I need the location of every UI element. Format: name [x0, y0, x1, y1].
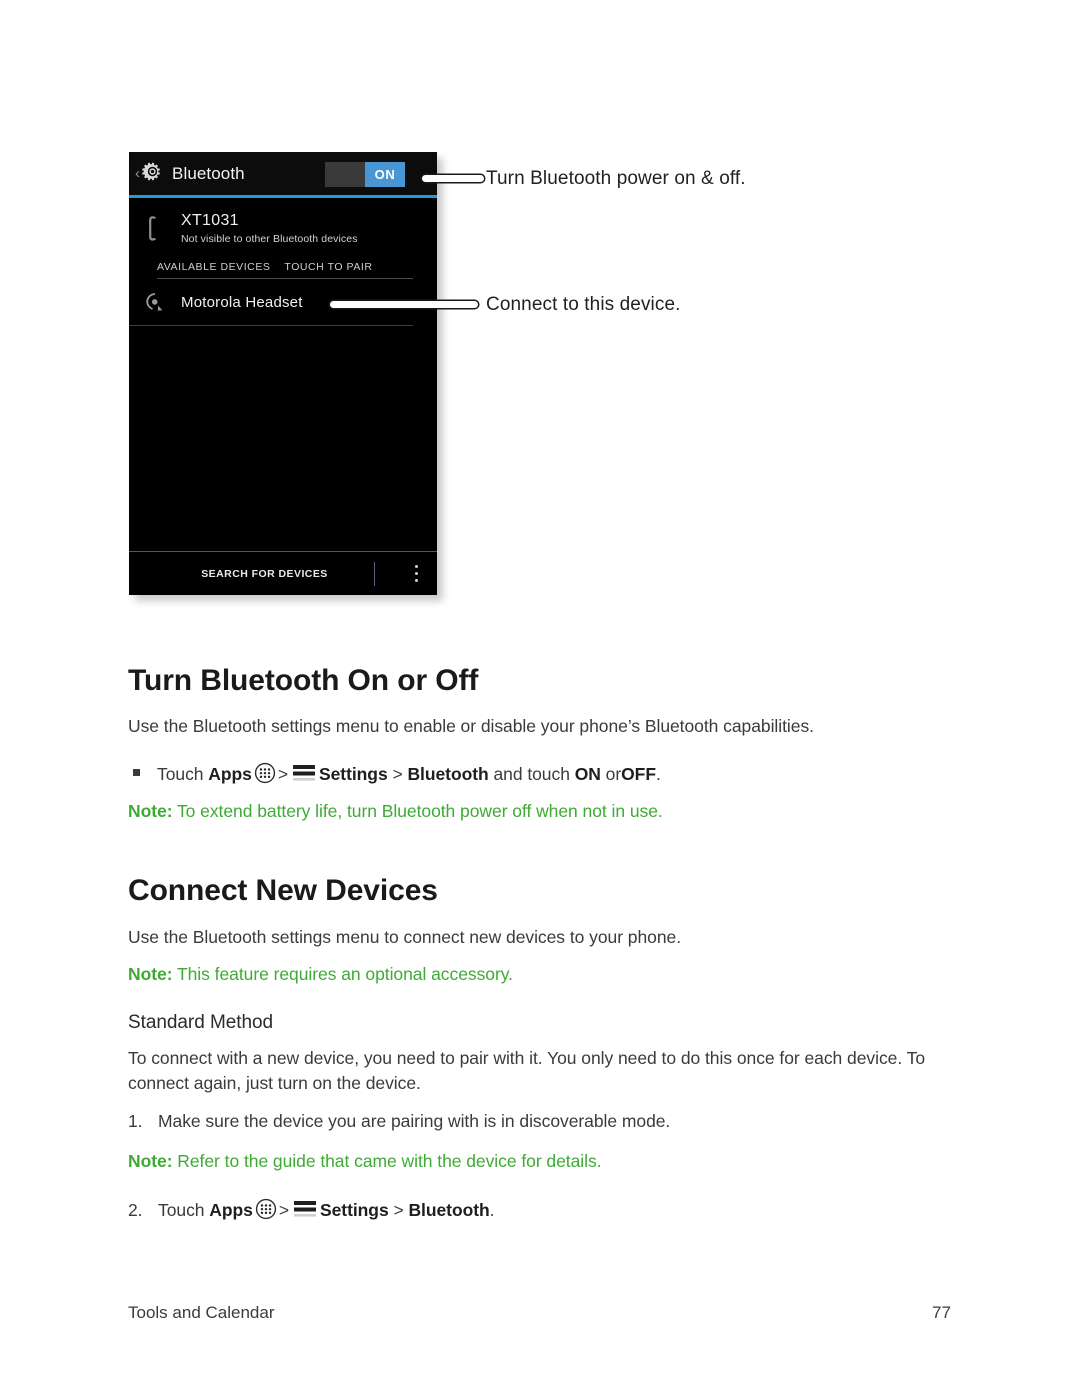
step-number: 1. [128, 1111, 143, 1131]
off-word: OFF [621, 764, 656, 784]
bluetooth-power-toggle[interactable]: ON [324, 161, 406, 188]
touch-word: Touch [158, 1200, 205, 1220]
note-label: Note: [128, 1151, 173, 1171]
step-number: 2. [128, 1200, 143, 1220]
note-text: Refer to the guide that came with the de… [177, 1151, 602, 1171]
settings-menu-icon [293, 1198, 317, 1225]
note-text: This feature requires an optional access… [176, 964, 513, 984]
toggle-track-off [325, 162, 365, 187]
separator-2: > [393, 1200, 404, 1220]
available-devices-header: AVAILABLE DEVICES TOUCH TO PAIR [157, 261, 413, 279]
or-word: or [605, 764, 622, 784]
overflow-menu-icon[interactable] [399, 565, 433, 582]
callout-leader-line-connect-device [330, 301, 478, 308]
apps-word: Apps [208, 764, 252, 784]
my-device-text: XT1031 Not visible to other Bluetooth de… [181, 211, 358, 245]
my-device-name: XT1031 [181, 212, 239, 229]
heading-connect-new-devices: Connect New Devices [128, 874, 438, 907]
bluetooth-headset-icon [129, 291, 181, 314]
pairing-line-1: To connect with a new device, you need t… [128, 1048, 903, 1068]
note-refer-to-guide: Note: Refer to the guide that came with … [128, 1151, 602, 1172]
period: . [655, 764, 661, 784]
available-devices-label: AVAILABLE DEVICES [157, 261, 271, 273]
separator-1: > [278, 1200, 289, 1220]
separator-2: > [392, 764, 403, 784]
bottombar-divider [374, 561, 375, 586]
phone-bottom-action-bar: SEARCH FOR DEVICES [129, 551, 437, 595]
note-battery-life: Note: To extend battery life, turn Bluet… [128, 801, 663, 822]
note-optional-accessory: Note: This feature requires an optional … [128, 964, 513, 985]
footer-section-name: Tools and Calendar [128, 1303, 275, 1322]
note-label: Note: [128, 964, 173, 984]
settings-word: Settings [320, 1200, 389, 1220]
my-device-row[interactable]: XT1031 Not visible to other Bluetooth de… [129, 198, 437, 255]
settings-word: Settings [319, 764, 388, 784]
apps-word: Apps [209, 1200, 253, 1220]
apps-grid-icon [255, 1198, 277, 1225]
phone-screen: ‹ Bluetooth ON XT1031 Not visible to oth… [129, 152, 437, 595]
step-text: Touch Apps > Settings > Bluetooth. [158, 1198, 495, 1225]
footer-page-number: 77 [932, 1303, 951, 1322]
on-word: ON [574, 764, 601, 784]
note-label: Note: [128, 801, 173, 821]
callout-leader-line-power-toggle [422, 175, 484, 182]
bluetooth-word: Bluetooth [407, 764, 489, 784]
device-name: Motorola Headset [181, 293, 303, 311]
step-text: Make sure the device you are pairing wit… [158, 1111, 671, 1131]
callout-label-connect-device: Connect to this device. [486, 294, 681, 315]
bluetooth-action-bar: ‹ Bluetooth ON [129, 152, 437, 198]
callout-label-power-toggle: Turn Bluetooth power on & off. [486, 168, 746, 189]
step-1-discoverable-mode: 1. Make sure the device you are pairing … [128, 1111, 670, 1132]
heading-turn-bluetooth-on-or-off: Turn Bluetooth On or Off [128, 664, 479, 697]
action-bar-title: Bluetooth [172, 163, 245, 183]
toggle-state-label: ON [365, 162, 405, 187]
subheading-standard-method: Standard Method [128, 1012, 274, 1033]
bullet-text: Touch Apps > Settings > Bluetooth and touc… [157, 762, 661, 789]
and-touch-words: and touch [493, 764, 570, 784]
my-device-visibility-status: Not visible to other Bluetooth devices [181, 233, 358, 245]
back-chevron-icon[interactable]: ‹ [135, 166, 140, 181]
gear-icon [142, 161, 163, 187]
bluetooth-settings-screenshot-figure: ‹ Bluetooth ON XT1031 Not visible to oth… [129, 152, 443, 601]
note-text: To extend battery life, turn Bluetooth p… [176, 801, 663, 821]
step-2-touch-apps-settings-bluetooth: 2. Touch Apps > Settings > Bluetooth. [128, 1198, 495, 1225]
paragraph-pairing-explanation: To connect with a new device, you need t… [128, 1046, 968, 1096]
touch-to-pair-label: TOUCH TO PAIR [284, 261, 373, 273]
bullet-touch-apps-settings-bluetooth: Touch Apps > Settings > Bluetooth and touc… [133, 762, 661, 789]
paragraph-connect-new-intro: Use the Bluetooth settings menu to conne… [128, 927, 682, 947]
settings-menu-icon [292, 762, 316, 789]
paragraph-turn-bluetooth-intro: Use the Bluetooth settings menu to enabl… [128, 716, 814, 736]
bullet-square-icon [133, 769, 140, 776]
touch-word: Touch [157, 764, 204, 784]
period: . [489, 1200, 495, 1220]
phone-handset-icon [129, 211, 181, 242]
apps-grid-icon [254, 762, 276, 789]
search-for-devices-button[interactable]: SEARCH FOR DEVICES [129, 568, 374, 580]
bluetooth-word: Bluetooth [408, 1200, 490, 1220]
separator-1: > [277, 764, 288, 784]
